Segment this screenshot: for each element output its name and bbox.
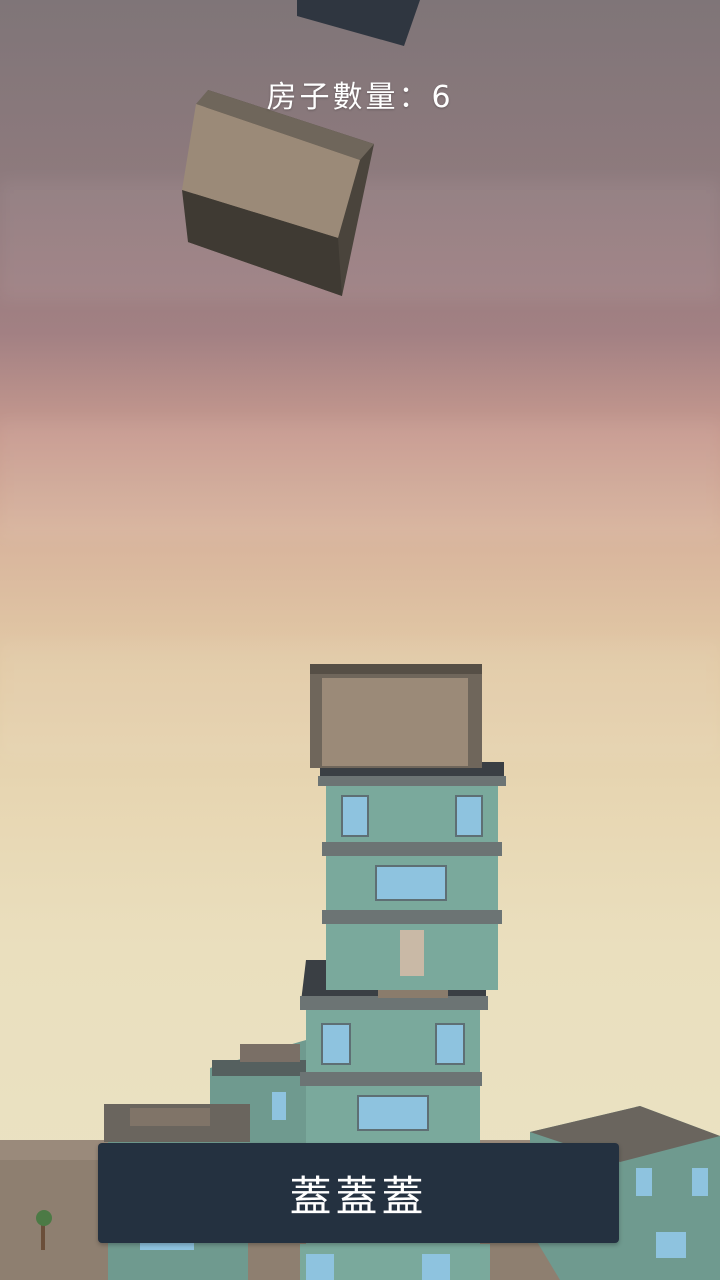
- falling-crate: [182, 90, 374, 296]
- build-button-label: 蓋蓋蓋: [289, 1171, 428, 1221]
- game-scene: [0, 0, 720, 1280]
- falling-dark-block: [297, 0, 420, 46]
- top-crate: [310, 664, 482, 768]
- build-button[interactable]: 蓋蓋蓋: [98, 1143, 619, 1243]
- house-count-label: 房子數量：6: [266, 80, 454, 115]
